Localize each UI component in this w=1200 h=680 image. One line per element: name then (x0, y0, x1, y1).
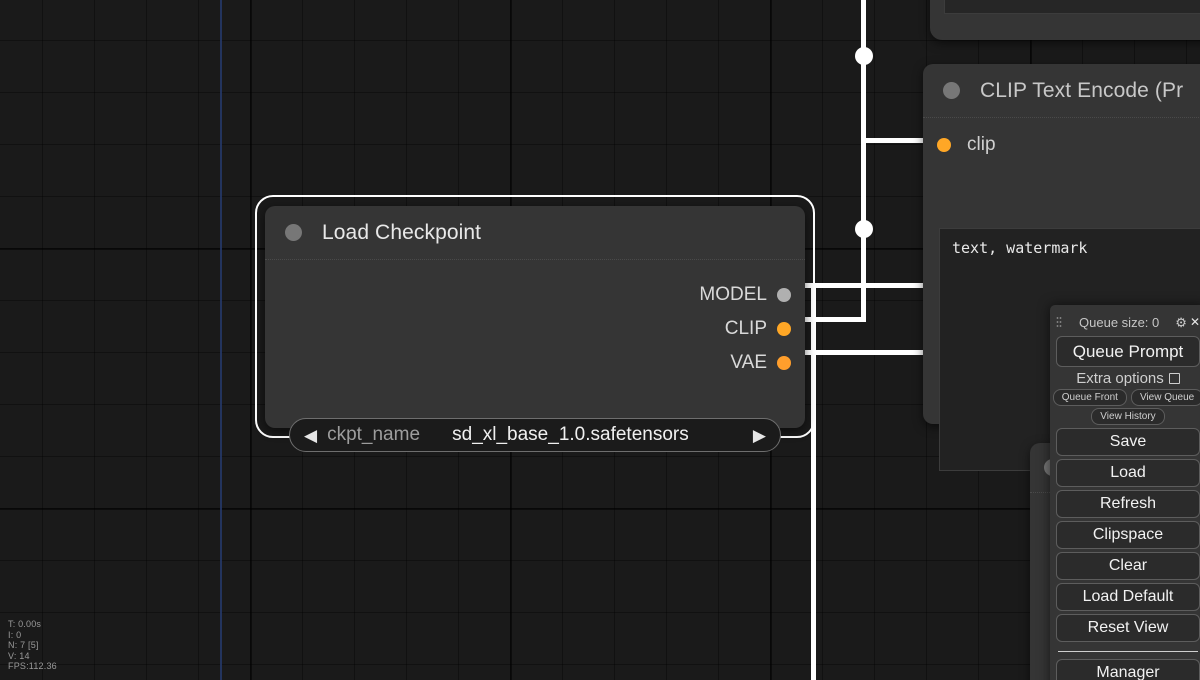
extra-options-label: Extra options (1076, 370, 1164, 387)
output-slot-clip[interactable]: CLIP (265, 312, 805, 346)
output-slot-vae[interactable]: VAE (265, 346, 805, 380)
comfy-menu-panel[interactable]: Queue size: 0 ⚙ ✕ Queue Prompt Extra opt… (1050, 305, 1200, 680)
load-default-button[interactable]: Load Default (1056, 583, 1200, 611)
clip-output-label: CLIP (724, 318, 767, 339)
model-output-label: MODEL (699, 284, 767, 305)
clear-button[interactable]: Clear (1056, 552, 1200, 580)
load-button[interactable]: Load (1056, 459, 1200, 487)
load-checkpoint-body: MODEL CLIP VAE ◀ ckpt_name sd_xl_base_1.… (265, 260, 805, 452)
clip-encode-title: CLIP Text Encode (Pr (980, 78, 1184, 102)
queue-front-button[interactable]: Queue Front (1052, 389, 1127, 406)
input-slot-clip[interactable]: clip (923, 124, 1200, 166)
clip-input-pin-icon[interactable] (937, 138, 951, 152)
reroute-dot-upper[interactable] (855, 47, 873, 65)
wire-clip-trunk-lower (861, 138, 866, 230)
node-offscreen-top[interactable] (930, 0, 1200, 40)
menu-separator (1058, 651, 1198, 652)
queue-size-label: Queue size: 0 (1079, 314, 1160, 330)
save-button[interactable]: Save (1056, 428, 1200, 456)
reset-view-button[interactable]: Reset View (1056, 614, 1200, 642)
clip-encode-title-bar[interactable]: CLIP Text Encode (Pr (923, 64, 1200, 118)
wire-clip-trunk-mid (861, 56, 866, 138)
offscreen-node-textarea (944, 0, 1200, 14)
extra-options-checkbox[interactable] (1168, 373, 1180, 384)
widget-ckpt-name[interactable]: ◀ ckpt_name sd_xl_base_1.0.safetensors ▶ (289, 418, 781, 452)
vae-output-label: VAE (730, 352, 767, 373)
clip-input-label: clip (967, 134, 996, 155)
clipspace-button[interactable]: Clipspace (1056, 521, 1200, 549)
stat-visible: V: 14 (8, 650, 30, 661)
widget-ckpt-name-label: ckpt_name (327, 424, 421, 445)
close-icon[interactable]: ✕ (1190, 316, 1200, 328)
widget-ckpt-name-value[interactable]: sd_xl_base_1.0.safetensors (452, 424, 689, 446)
canvas-origin-axis (220, 0, 222, 680)
graph-canvas[interactable]: CLIP Text Encode (Pr clip text, watermar… (0, 0, 1200, 680)
stat-time: T: 0.00s (8, 619, 42, 630)
stat-nodes: N: 7 [5] (8, 640, 39, 651)
vae-output-pin-icon[interactable] (777, 356, 791, 370)
node-load-checkpoint[interactable]: Load Checkpoint MODEL CLIP VAE ◀ ckpt_na… (265, 206, 805, 452)
queue-mini-row-2: View History (1056, 408, 1200, 425)
canvas-stats-overlay: T: 0.00s I: 0 N: 7 [5] V: 14 FPS:112.36 (8, 619, 57, 672)
manager-button[interactable]: Manager (1056, 659, 1200, 680)
queue-prompt-button[interactable]: Queue Prompt (1056, 336, 1200, 367)
view-queue-button[interactable]: View Queue (1130, 389, 1200, 406)
extra-options-row[interactable]: Extra options (1056, 370, 1200, 387)
stat-iterations: I: 0 (8, 629, 22, 640)
model-output-pin-icon[interactable] (777, 288, 791, 302)
reroute-dot-lower[interactable] (855, 220, 873, 238)
load-checkpoint-title: Load Checkpoint (322, 220, 482, 244)
clip-output-pin-icon[interactable] (777, 322, 791, 336)
widget-next-arrow-icon[interactable]: ▶ (753, 427, 766, 444)
widget-prev-arrow-icon[interactable]: ◀ (304, 427, 317, 444)
drag-handle-icon[interactable] (1056, 315, 1062, 329)
collapse-dot-icon[interactable] (285, 224, 302, 241)
output-slot-model[interactable]: MODEL (265, 278, 805, 312)
menu-header[interactable]: Queue size: 0 ⚙ ✕ (1056, 311, 1200, 333)
stat-fps: FPS:112.36 (8, 661, 57, 672)
gear-icon[interactable]: ⚙ (1175, 316, 1187, 329)
wire-left-drop (811, 283, 816, 680)
view-history-button[interactable]: View History (1091, 408, 1165, 425)
queue-mini-row-1: Queue Front View Queue (1052, 389, 1200, 406)
refresh-button[interactable]: Refresh (1056, 490, 1200, 518)
load-checkpoint-title-bar[interactable]: Load Checkpoint (265, 206, 805, 260)
collapse-dot-icon[interactable] (943, 82, 960, 99)
clip-encode-body: clip text, watermark (923, 118, 1200, 471)
